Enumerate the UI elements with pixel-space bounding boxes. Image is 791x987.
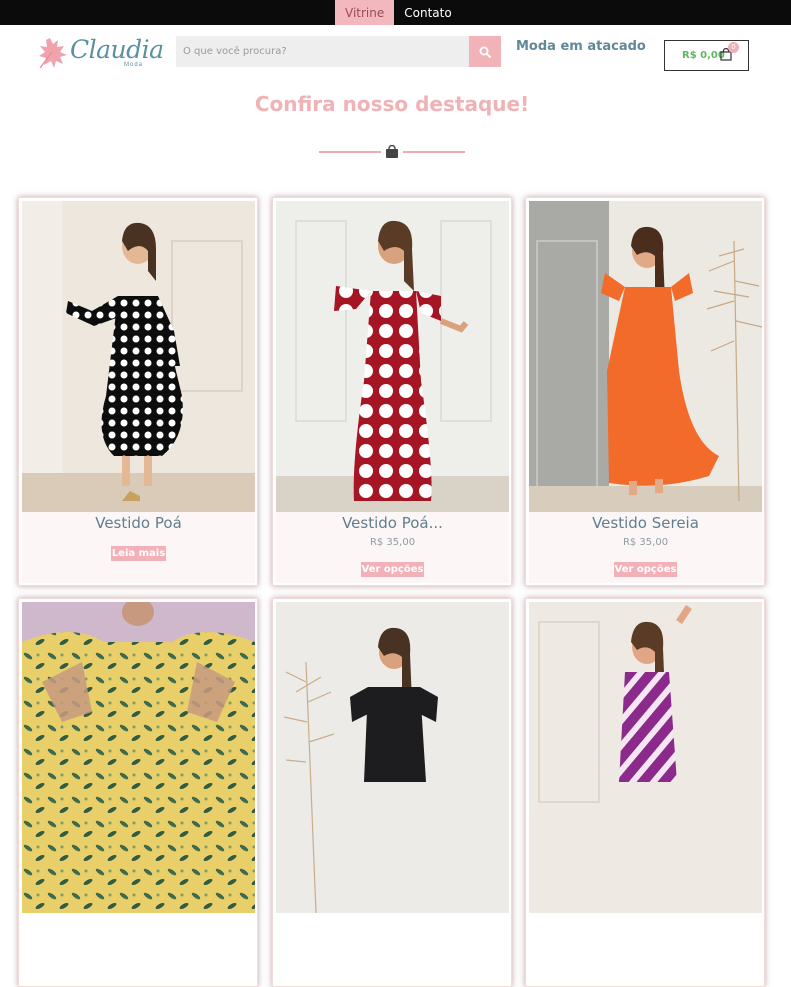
product-image[interactable] bbox=[529, 602, 762, 913]
cart-total: R$ 0,00 bbox=[682, 50, 725, 61]
product-card[interactable]: Vestido Poá... R$ 35,00 Ver opções bbox=[272, 197, 512, 586]
top-bar: Vitrine Contato bbox=[0, 0, 791, 25]
search-icon bbox=[479, 46, 491, 58]
divider-line-right bbox=[403, 151, 465, 153]
brand-tagline: Moda bbox=[124, 62, 144, 68]
shopping-bag-icon bbox=[386, 145, 398, 158]
product-card[interactable] bbox=[525, 598, 765, 987]
cart-button[interactable]: R$ 0,00 0 bbox=[664, 40, 749, 71]
product-card[interactable] bbox=[272, 598, 512, 987]
nav-item-vitrine[interactable]: Vitrine bbox=[335, 0, 395, 25]
product-image[interactable] bbox=[276, 602, 509, 913]
leaf-logo-icon bbox=[39, 38, 67, 69]
product-info: Vestido Poá Leia mais bbox=[22, 512, 255, 583]
view-options-button[interactable]: Ver opções bbox=[360, 562, 425, 577]
product-image[interactable] bbox=[276, 201, 509, 512]
product-info: Vestido Poá... R$ 35,00 Ver opções bbox=[276, 512, 509, 583]
top-nav: Vitrine Contato bbox=[335, 0, 462, 25]
header: Claudia Moda Moda em atacado R$ 0,00 0 bbox=[0, 25, 791, 83]
product-image[interactable] bbox=[529, 201, 762, 512]
view-options-button[interactable]: Ver opções bbox=[613, 562, 678, 577]
product-price: R$ 35,00 bbox=[369, 537, 416, 548]
product-image[interactable] bbox=[22, 602, 255, 913]
divider-line-left bbox=[319, 151, 381, 153]
section-divider bbox=[319, 144, 465, 160]
product-info: Vestido Sereia R$ 35,00 Ver opções bbox=[529, 512, 762, 583]
product-name[interactable]: Vestido Poá bbox=[22, 514, 255, 532]
logo[interactable]: Claudia Moda bbox=[36, 33, 164, 73]
product-image[interactable] bbox=[22, 201, 255, 512]
product-card[interactable]: Vestido Sereia R$ 35,00 Ver opções bbox=[525, 197, 765, 586]
search-bar bbox=[176, 36, 501, 67]
wholesale-link[interactable]: Moda em atacado bbox=[516, 39, 646, 54]
cart-count-badge: 0 bbox=[728, 42, 739, 53]
product-card[interactable]: Vestido Poá Leia mais bbox=[18, 197, 258, 586]
brand-name: Claudia bbox=[70, 35, 164, 64]
product-card[interactable] bbox=[18, 598, 258, 987]
search-input[interactable] bbox=[176, 36, 469, 67]
search-button[interactable] bbox=[469, 36, 501, 67]
read-more-button[interactable]: Leia mais bbox=[110, 546, 167, 561]
page-title: Confira nosso destaque! bbox=[254, 92, 530, 116]
product-price: R$ 35,00 bbox=[622, 537, 669, 548]
product-name[interactable]: Vestido Sereia bbox=[529, 514, 762, 532]
product-name[interactable]: Vestido Poá... bbox=[276, 514, 509, 532]
nav-item-contato[interactable]: Contato bbox=[394, 0, 461, 25]
